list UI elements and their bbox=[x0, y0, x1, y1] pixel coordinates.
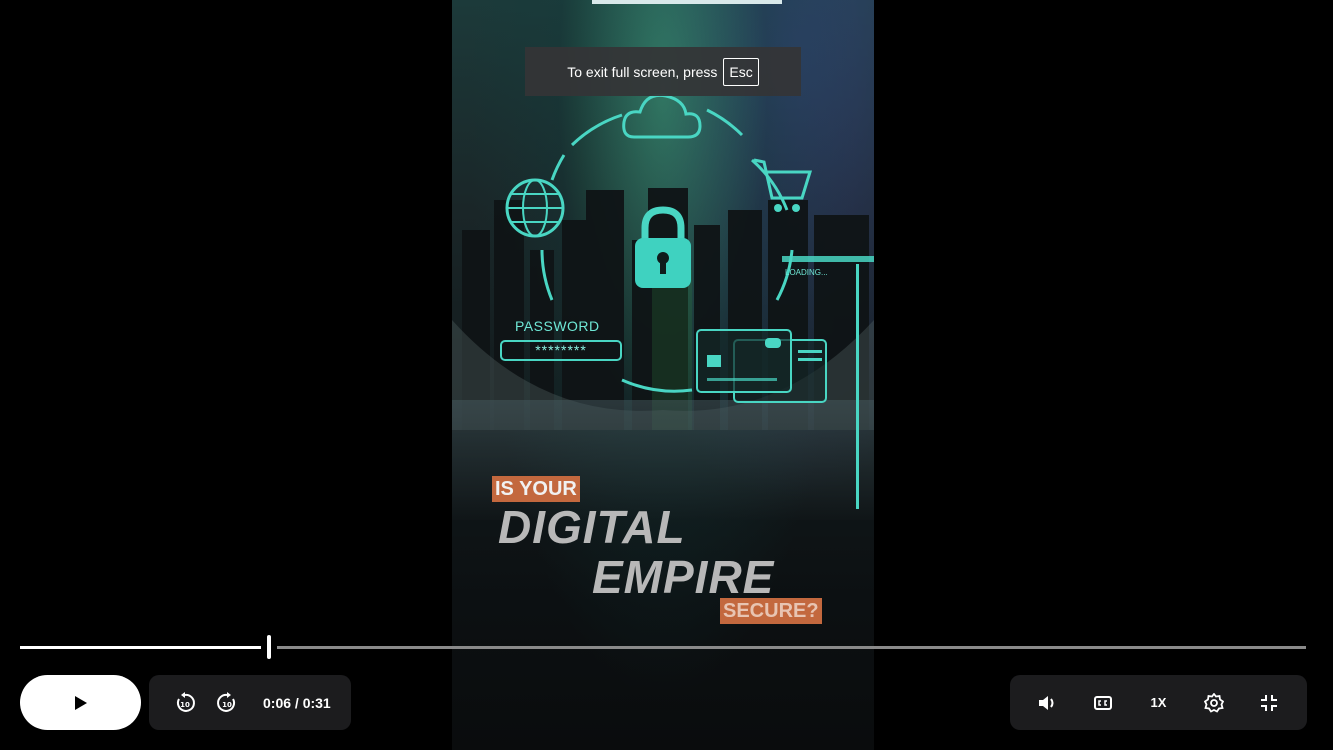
seek-bar[interactable] bbox=[20, 635, 1306, 659]
svg-text:10: 10 bbox=[180, 701, 190, 709]
forward-10-button[interactable]: 10 bbox=[213, 689, 241, 717]
captions-icon bbox=[1094, 695, 1113, 710]
forward-10-icon: 10 bbox=[217, 691, 236, 712]
exit-fullscreen-button[interactable] bbox=[1255, 689, 1283, 717]
media-options: 1X bbox=[1010, 675, 1307, 730]
video-player: PASSWORD ******** LOADING... IS YOUR DIG… bbox=[0, 0, 1333, 750]
fullscreen-hint-text: To exit full screen, press bbox=[567, 63, 718, 80]
seek-handle[interactable] bbox=[267, 635, 271, 659]
exit-fullscreen-icon bbox=[1261, 694, 1278, 711]
volume-icon bbox=[1038, 695, 1054, 710]
headline-word-1: DIGITAL bbox=[498, 501, 686, 553]
headline-word-2: EMPIRE bbox=[592, 551, 775, 603]
svg-text:10: 10 bbox=[222, 701, 232, 709]
captions-button[interactable] bbox=[1089, 689, 1117, 717]
settings-button[interactable] bbox=[1200, 689, 1228, 717]
gear-icon bbox=[1203, 692, 1224, 713]
password-label: PASSWORD bbox=[515, 318, 600, 334]
loading-label: LOADING... bbox=[785, 268, 828, 277]
fullscreen-exit-hint: To exit full screen, press Esc bbox=[525, 47, 801, 96]
playback-controls: 10 10 0:06 / 0:31 bbox=[149, 675, 351, 730]
video-frame[interactable]: PASSWORD ******** LOADING... IS YOUR DIG… bbox=[452, 0, 874, 750]
headline-tag-bottom: SECURE? bbox=[720, 598, 822, 624]
rewind-10-button[interactable]: 10 bbox=[171, 689, 199, 717]
headline-tag-top: IS YOUR bbox=[492, 476, 580, 502]
rewind-10-icon: 10 bbox=[176, 691, 195, 712]
esc-key-badge: Esc bbox=[723, 57, 759, 86]
password-mask: ******** bbox=[500, 340, 622, 361]
playback-speed-button[interactable]: 1X bbox=[1144, 689, 1172, 717]
seek-played bbox=[20, 646, 261, 649]
volume-button[interactable] bbox=[1034, 689, 1062, 717]
play-icon bbox=[74, 695, 87, 710]
play-button[interactable] bbox=[20, 675, 141, 730]
time-display: 0:06 / 0:31 bbox=[263, 694, 331, 711]
